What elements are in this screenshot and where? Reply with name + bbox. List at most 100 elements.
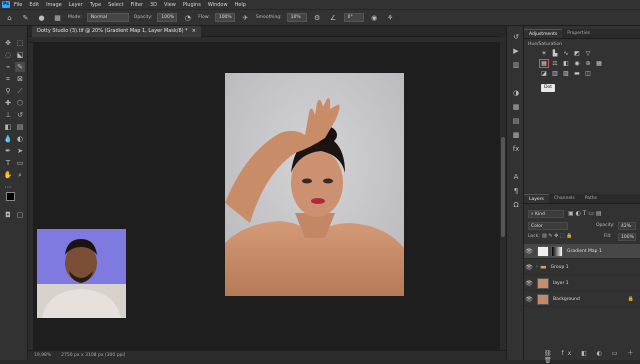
smoothing-settings-icon[interactable]: ⚙	[312, 13, 323, 23]
layer-name[interactable]: Gradient Map 1	[567, 249, 602, 254]
move-tool-icon[interactable]: ✥	[3, 38, 13, 48]
gradients-icon[interactable]: ▤	[511, 116, 521, 126]
menu-file[interactable]: File	[14, 2, 22, 8]
blend-mode-select[interactable]: Color	[528, 222, 568, 230]
menu-help[interactable]: Help	[235, 2, 246, 8]
dodge-tool-icon[interactable]: ◐	[15, 134, 25, 144]
brush-tool-icon[interactable]: ✎	[15, 62, 25, 72]
crop-tool-icon[interactable]: ⌗	[3, 74, 13, 84]
object-select-tool-icon[interactable]: ⬕	[15, 50, 25, 60]
threshold-icon[interactable]: ▨	[562, 70, 570, 77]
layer-row-background[interactable]: 👁 Background 🔒	[524, 292, 640, 307]
menu-image[interactable]: Image	[46, 2, 62, 8]
hand-tool-icon[interactable]: ✋	[3, 170, 13, 180]
layer-filter-select[interactable]: ⌕ Kind	[528, 210, 564, 218]
ruler-tool-icon[interactable]: ⟋	[15, 86, 25, 96]
play-actions-icon[interactable]: ▶	[511, 46, 521, 56]
blur-tool-icon[interactable]: 💧	[3, 134, 13, 144]
menu-plugins[interactable]: Plugins	[183, 2, 201, 8]
color-lookup-icon[interactable]: ▦	[595, 60, 603, 67]
fill-field[interactable]: 100%	[618, 233, 636, 241]
more-tools-icon[interactable]: ⋯	[3, 182, 13, 192]
close-tab-icon[interactable]: ×	[192, 26, 196, 37]
layer-row-group[interactable]: 👁 › ▬ Group 1	[524, 260, 640, 275]
layer-name[interactable]: layer 1	[553, 281, 569, 286]
vibrance-icon[interactable]: ▽	[584, 50, 592, 57]
menu-type[interactable]: Type	[90, 2, 101, 8]
styles-icon[interactable]: fx	[511, 144, 521, 154]
eye-icon[interactable]: 👁	[524, 296, 534, 303]
exposure-icon[interactable]: ◩	[573, 50, 581, 57]
brush-preset-icon[interactable]: ●	[36, 13, 47, 23]
opacity-field[interactable]: 100%	[157, 13, 178, 22]
color-icon[interactable]: ◑	[511, 88, 521, 98]
photo-filter-icon[interactable]: ◉	[573, 60, 581, 67]
gradient-tool-icon[interactable]: ▤	[15, 122, 25, 132]
layer-row-gradient-map[interactable]: 👁 Gradient Map 1	[524, 244, 640, 259]
foreground-color-swatch[interactable]	[6, 192, 15, 201]
zoom-tool-icon[interactable]: ⌕	[15, 170, 25, 180]
layer-opacity-field[interactable]: 42%	[618, 222, 636, 230]
zoom-level[interactable]: 19.98%	[34, 353, 51, 358]
layer-actions[interactable]: ⛓ fx ◧ ◐ ▭ ＋ 🗑	[544, 348, 640, 364]
menu-layer[interactable]: Layer	[69, 2, 83, 8]
quick-mask-icon[interactable]: ◘	[3, 210, 13, 220]
angle-field[interactable]: 0°	[343, 13, 364, 22]
lock-icons[interactable]: ▨ ✎ ✥ ⬚ 🔒	[542, 233, 572, 239]
eye-icon[interactable]: 👁	[524, 264, 534, 271]
paragraph-icon[interactable]: ¶	[511, 186, 521, 196]
invert-icon[interactable]: ◪	[540, 70, 548, 77]
curves-icon[interactable]: ∿	[562, 50, 570, 57]
artboard-tool-icon[interactable]: ⬚	[15, 38, 25, 48]
path-select-tool-icon[interactable]: ➤	[15, 146, 25, 156]
tab-channels[interactable]: Channels	[549, 194, 580, 203]
eye-icon[interactable]: 👁	[524, 248, 534, 255]
posterize-icon[interactable]: ▥	[551, 70, 559, 77]
menu-window[interactable]: Window	[208, 2, 228, 8]
symmetry-icon[interactable]: ⚘	[385, 13, 396, 23]
gradient-map-icon[interactable]: ▬	[573, 70, 581, 77]
angle-icon[interactable]: ∠	[328, 13, 339, 23]
home-icon[interactable]: ⌂	[4, 13, 15, 23]
eye-icon[interactable]: 👁	[524, 280, 534, 287]
layer-name[interactable]: Background	[553, 297, 580, 302]
menu-3d[interactable]: 3D	[150, 2, 157, 8]
pen-tool-icon[interactable]: ✒	[3, 146, 13, 156]
tab-paths[interactable]: Paths	[580, 194, 602, 203]
pressure-opacity-icon[interactable]: ◔	[182, 13, 193, 23]
eyedropper-tool-icon[interactable]: ⚲	[3, 86, 13, 96]
document-canvas-image[interactable]	[225, 73, 404, 296]
brightness-icon[interactable]: ☀	[540, 50, 548, 57]
airbrush-icon[interactable]: ✈	[240, 13, 251, 23]
type-tool-icon[interactable]: T	[3, 158, 13, 168]
screen-mode-icon[interactable]: ▢	[15, 210, 25, 220]
mode-select[interactable]: Normal	[86, 13, 129, 22]
tab-adjustments[interactable]: Adjustments	[524, 29, 563, 38]
healing-tool-icon[interactable]: ✚	[3, 98, 13, 108]
color-balance-icon[interactable]: ⚖	[551, 60, 559, 67]
glyphs-icon[interactable]: Ω	[511, 200, 521, 210]
history-brush-tool-icon[interactable]: ↺	[15, 110, 25, 120]
tab-properties[interactable]: Properties	[562, 29, 595, 38]
channel-mixer-icon[interactable]: ⊛	[584, 60, 592, 67]
layer-filter-icons[interactable]: ▣ ◐ T ▭ ▤	[568, 210, 602, 217]
clone-stamp-tool-icon[interactable]: ⊥	[3, 110, 13, 120]
shape-tool-icon[interactable]: ▭	[15, 158, 25, 168]
document-tab[interactable]: Dotty Studio (3).tif @ 20% (Gradient Map…	[32, 26, 201, 37]
layer-row-layer-1[interactable]: 👁 layer 1	[524, 276, 640, 291]
eraser-tool-icon[interactable]: ◧	[3, 122, 13, 132]
history-icon[interactable]: ↺	[511, 32, 521, 42]
layer-mask-thumbnail[interactable]	[551, 245, 563, 257]
pressure-size-icon[interactable]: ◉	[369, 13, 380, 23]
lasso-tool-icon[interactable]: ◌	[3, 50, 13, 60]
patch-tool-icon[interactable]: ⬡	[15, 98, 25, 108]
smoothing-field[interactable]: 10%	[286, 13, 307, 22]
character-icon[interactable]: A	[511, 172, 521, 182]
tab-layers[interactable]: Layers	[524, 194, 549, 203]
brush-settings-icon[interactable]: ▦	[52, 13, 63, 23]
hue-saturation-icon[interactable]: ▦	[539, 59, 549, 68]
layer-name[interactable]: Group 1	[551, 265, 569, 270]
frame-tool-icon[interactable]: ⊠	[15, 74, 25, 84]
black-white-icon[interactable]: ◧	[562, 60, 570, 67]
libraries-icon[interactable]: ▥	[511, 60, 521, 70]
